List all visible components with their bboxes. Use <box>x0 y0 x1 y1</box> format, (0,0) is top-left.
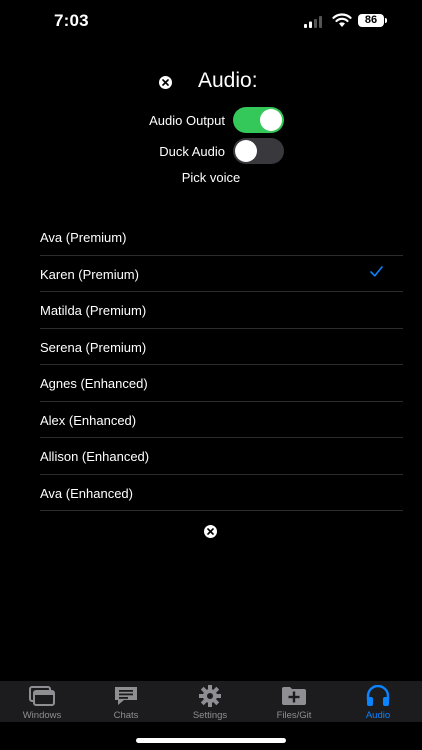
voice-label: Ava (Enhanced) <box>40 485 133 501</box>
tab-audio[interactable]: Audio <box>336 681 420 722</box>
voice-label: Alex (Enhanced) <box>40 412 137 428</box>
tab-label: Audio <box>365 710 391 721</box>
folder-plus-icon <box>282 687 306 705</box>
tab-label: Settings <box>192 710 228 721</box>
voice-label: Agnes (Enhanced) <box>40 376 148 391</box>
cellular-signal-icon <box>304 16 322 28</box>
toggle-knob <box>235 140 257 162</box>
toggle-knob <box>260 109 282 131</box>
voice-item[interactable]: Agnes (Enhanced) <box>40 365 403 402</box>
duck-audio-toggle[interactable] <box>233 138 284 164</box>
close-icon[interactable] <box>159 76 172 89</box>
voice-label: Matilda (Premium) <box>40 303 147 318</box>
page-title: Audio: <box>198 69 258 92</box>
tab-bar: Windows Chats Settings Files/Git Audio <box>0 681 422 722</box>
audio-output-label: Audio Output <box>149 113 225 128</box>
voice-list: Ava (Premium) Karen (Premium) Matilda (P… <box>40 219 403 511</box>
wifi-icon <box>332 13 352 27</box>
voice-label: Karen (Premium) <box>40 266 139 282</box>
voice-item[interactable]: Matilda (Premium) <box>40 292 403 329</box>
voice-item[interactable]: Serena (Premium) <box>40 329 403 365</box>
battery-level: 86 <box>358 14 384 27</box>
voice-label: Ava (Premium) <box>40 230 127 245</box>
windows-icon <box>29 686 55 706</box>
voice-item[interactable]: Alex (Enhanced) <box>40 402 403 438</box>
pick-voice-label: Pick voice <box>181 170 241 185</box>
tab-label: Chats <box>113 710 139 721</box>
duck-audio-row: Duck Audio <box>0 138 422 166</box>
status-bar: 7:03 86 <box>0 0 422 44</box>
status-time: 7:03 <box>54 11 89 30</box>
duck-audio-label: Duck Audio <box>159 144 225 159</box>
voice-item[interactable]: Karen (Premium) <box>40 256 403 292</box>
voice-item[interactable]: Allison (Enhanced) <box>40 438 403 475</box>
voice-label: Allison (Enhanced) <box>40 449 150 464</box>
battery-icon <box>385 18 387 23</box>
chat-bubble-icon <box>115 687 137 705</box>
audio-output-toggle[interactable] <box>233 107 284 133</box>
audio-header: Audio: <box>0 66 422 100</box>
tab-settings[interactable]: Settings <box>168 681 252 722</box>
gear-icon <box>199 685 221 707</box>
tab-windows[interactable]: Windows <box>0 681 84 722</box>
tab-files-git[interactable]: Files/Git <box>252 681 336 722</box>
voice-label: Serena (Premium) <box>40 339 147 355</box>
close-icon[interactable] <box>204 525 217 538</box>
audio-output-row: Audio Output <box>0 107 422 135</box>
tab-label: Files/Git <box>276 710 312 721</box>
tab-chats[interactable]: Chats <box>84 681 168 722</box>
home-indicator[interactable] <box>136 738 286 743</box>
tab-label: Windows <box>22 710 62 721</box>
checkmark-icon <box>370 265 383 277</box>
voice-item[interactable]: Ava (Premium) <box>40 219 403 256</box>
voice-item[interactable]: Ava (Enhanced) <box>40 475 403 511</box>
headphones-icon <box>366 685 390 706</box>
